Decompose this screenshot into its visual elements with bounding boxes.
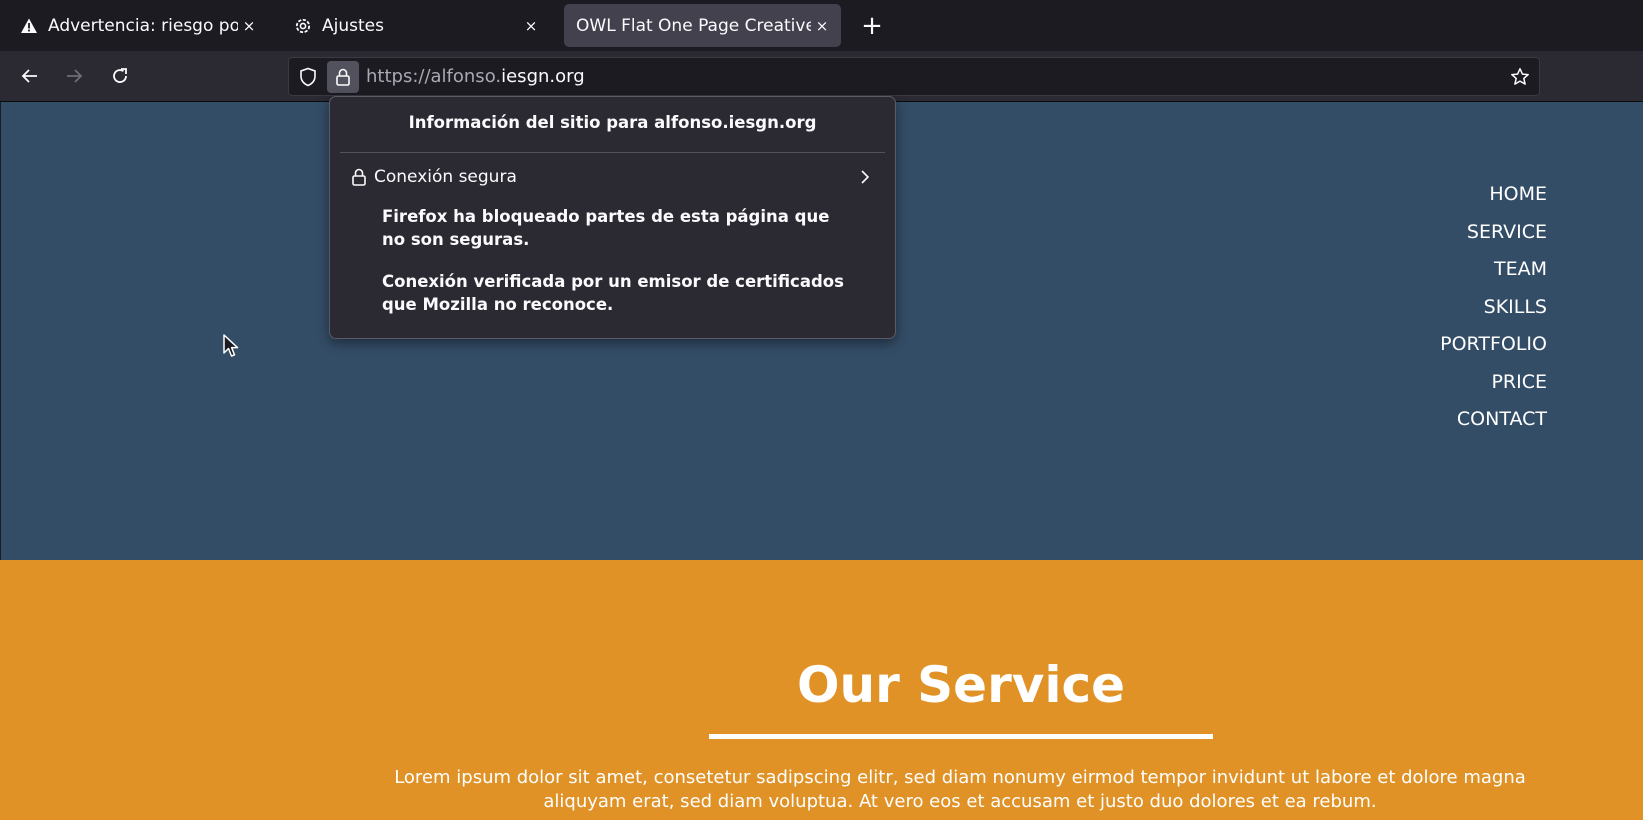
url-bar[interactable]: https://alfonso.iesgn.org [288, 57, 1540, 96]
tab-title: Advertencia: riesgo poten [48, 15, 238, 36]
lock-icon [336, 68, 350, 86]
menu-item-team[interactable]: TEAM [1440, 251, 1547, 289]
tab-strip: Advertencia: riesgo poten × Ajustes × OW… [0, 0, 1643, 51]
service-section: Our Service Lorem ipsum dolor sit amet, … [0, 560, 1643, 820]
secure-connection-label: Conexión segura [374, 167, 517, 187]
popup-separator [340, 152, 885, 153]
menu-item-contact[interactable]: CONTACT [1440, 401, 1547, 439]
forward-button[interactable] [58, 60, 90, 92]
url-prefix: https://alfonso. [366, 66, 502, 87]
gear-icon [292, 15, 314, 37]
new-tab-button[interactable]: + [856, 10, 888, 42]
url-text[interactable]: https://alfonso.iesgn.org [366, 66, 585, 87]
service-description: Lorem ipsum dolor sit amet, consetetur s… [394, 767, 1526, 812]
tab-settings[interactable]: Ajustes × [280, 4, 550, 47]
menu-item-service[interactable]: SERVICE [1440, 214, 1547, 252]
title-underline [709, 734, 1213, 739]
menu-item-portfolio[interactable]: PORTFOLIO [1440, 326, 1547, 364]
certificate-issuer-message: Conexión verificada por un emisor de cer… [382, 272, 844, 314]
chevron-right-icon [855, 166, 875, 188]
forward-arrow-icon [67, 69, 83, 83]
url-domain: iesgn.org [501, 66, 585, 87]
bookmark-star-icon[interactable] [1507, 64, 1533, 90]
site-menu: HOME SERVICE TEAM SKILLS PORTFOLIO PRICE… [1440, 176, 1547, 439]
tab-close-button[interactable]: × [520, 15, 542, 37]
menu-item-home[interactable]: HOME [1440, 176, 1547, 214]
warning-icon [18, 15, 40, 37]
back-button[interactable] [14, 60, 46, 92]
site-info-lock-button[interactable] [327, 61, 359, 93]
menu-item-skills[interactable]: SKILLS [1440, 289, 1547, 327]
tab-owl-flat[interactable]: OWL Flat One Page Creative × [564, 4, 841, 47]
popup-title: Información del sitio para alfonso.iesgn… [408, 113, 817, 132]
back-arrow-icon [21, 69, 37, 83]
menu-item-price[interactable]: PRICE [1440, 364, 1547, 402]
secure-connection-row[interactable]: Conexión segura [350, 165, 875, 189]
tab-close-button[interactable]: × [238, 15, 260, 37]
tab-title: Ajustes [322, 15, 384, 36]
service-title: Our Service [796, 656, 1126, 714]
tab-title: OWL Flat One Page Creative [576, 15, 811, 36]
tab-warning[interactable]: Advertencia: riesgo poten × [6, 4, 268, 47]
navigation-toolbar: https://alfonso.iesgn.org [0, 51, 1643, 102]
reload-icon [113, 68, 127, 83]
site-info-popup: Información del sitio para alfonso.iesgn… [329, 96, 896, 339]
reload-button[interactable] [104, 60, 136, 92]
tracking-protection-shield-icon[interactable] [295, 64, 321, 90]
tab-close-button[interactable]: × [811, 15, 833, 37]
lock-icon [350, 166, 368, 188]
mouse-cursor-icon [223, 334, 239, 357]
mixed-content-message: Firefox ha bloqueado partes de esta pági… [382, 207, 830, 249]
